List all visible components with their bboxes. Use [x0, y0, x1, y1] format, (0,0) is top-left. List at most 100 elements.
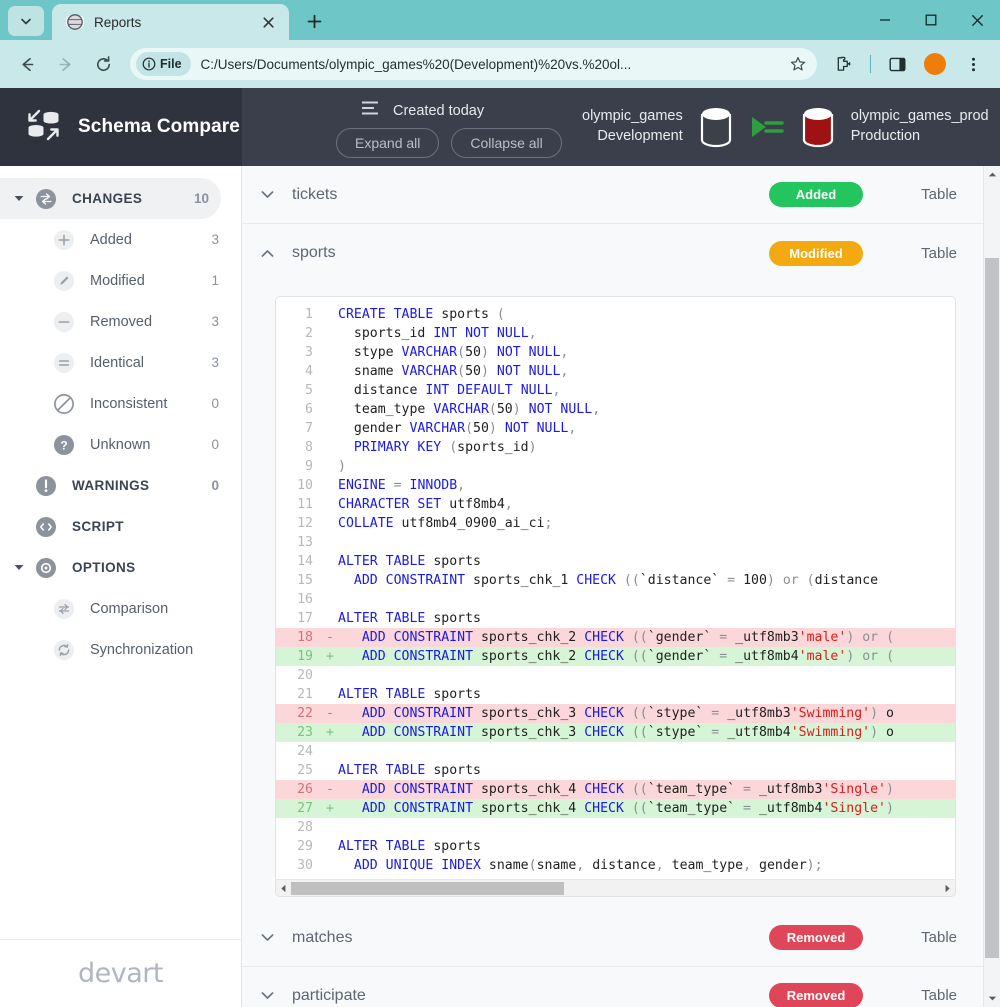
info-icon — [142, 57, 156, 71]
back-button[interactable] — [10, 47, 44, 81]
scroll-track[interactable] — [291, 880, 940, 897]
sidebar-count: 0 — [211, 478, 219, 493]
sidebar-item-options[interactable]: OPTIONS — [0, 547, 241, 588]
browser-window: Reports File C:/Users/Documents/olympic_… — [0, 0, 1000, 1007]
caret-down-icon[interactable] — [10, 195, 28, 202]
globe-icon — [64, 13, 86, 31]
file-chip-label: File — [160, 57, 182, 71]
sidebar-label: Identical — [90, 354, 145, 371]
object-row-matches[interactable]: matches Removed Table — [242, 909, 983, 967]
browser-tab[interactable]: Reports — [52, 4, 289, 40]
browser-toolbar: File C:/Users/Documents/olympic_games%20… — [0, 40, 1000, 88]
sidebar-item-script[interactable]: SCRIPT — [0, 506, 241, 547]
close-icon[interactable] — [257, 11, 279, 33]
sidebar-count: 10 — [193, 191, 209, 206]
sidebar-label: Added — [90, 231, 132, 248]
source-db-name: olympic_games — [582, 108, 683, 125]
header-right: Created today Expand all Collapse all ol… — [242, 88, 1000, 166]
bookmark-star-icon[interactable] — [785, 56, 811, 72]
new-tab-button[interactable] — [299, 6, 329, 36]
sidebar-item-changes[interactable]: CHANGES 10 — [0, 178, 221, 219]
tab-title: Reports — [94, 14, 142, 30]
sidebar: CHANGES 10 Added 3 Modified 1 Removed 3 … — [0, 166, 242, 1007]
status-badge: Added — [769, 182, 863, 207]
schema-compare-logo-icon — [24, 105, 64, 150]
sidebar-label: WARNINGS — [72, 478, 150, 493]
object-name: participate — [292, 986, 366, 1004]
chevron-up-icon[interactable] — [256, 249, 278, 258]
collapse-all-button[interactable]: Collapse all — [451, 128, 562, 158]
minimize-button[interactable] — [862, 0, 908, 40]
object-row-participate[interactable]: participate Removed Table — [242, 967, 983, 1007]
target-db-name: olympic_games_prod — [850, 108, 989, 125]
maximize-button[interactable] — [908, 0, 954, 40]
address-bar[interactable]: File C:/Users/Documents/olympic_games%20… — [130, 48, 817, 80]
sidebar-item-modified[interactable]: Modified 1 — [0, 260, 241, 301]
forbidden-icon — [52, 392, 76, 416]
url-text[interactable]: C:/Users/Documents/olympic_games%20(Deve… — [201, 57, 785, 72]
expand-all-button[interactable]: Expand all — [336, 128, 440, 158]
scroll-up-arrow-icon[interactable] — [984, 166, 1000, 183]
source-db-role: Development — [597, 128, 683, 144]
sidebar-item-identical[interactable]: Identical 3 — [0, 342, 241, 383]
reload-button[interactable] — [86, 47, 120, 81]
side-panel-icon[interactable] — [880, 47, 914, 81]
source-database: olympic_games Development — [582, 107, 683, 146]
plus-icon — [52, 228, 76, 252]
sidebar-item-unknown[interactable]: ? Unknown 0 — [0, 424, 241, 465]
sidebar-item-added[interactable]: Added 3 — [0, 219, 241, 260]
sidebar-item-inconsistent[interactable]: Inconsistent 0 — [0, 383, 241, 424]
minus-icon — [52, 310, 76, 334]
sidebar-label: OPTIONS — [72, 560, 136, 575]
object-row-tickets[interactable]: tickets Added Table — [242, 166, 983, 224]
forward-button[interactable] — [48, 47, 82, 81]
source-db-icon — [699, 106, 733, 148]
sql-code[interactable]: 1 CREATE TABLE sports (2 sports_id INT NO… — [276, 305, 955, 875]
app-header: Schema Compare Created today Expand all … — [0, 88, 1000, 166]
chevron-down-icon[interactable] — [256, 991, 278, 1000]
extensions-icon[interactable] — [827, 47, 861, 81]
sidebar-item-removed[interactable]: Removed 3 — [0, 301, 241, 342]
target-db-icon — [801, 106, 835, 148]
scroll-thumb[interactable] — [985, 258, 999, 958]
profile-avatar[interactable] — [924, 53, 946, 75]
sidebar-item-comparison[interactable]: Comparison — [0, 588, 241, 629]
scroll-left-arrow-icon[interactable] — [276, 884, 291, 893]
created-label: Created today — [393, 102, 485, 119]
sidebar-count: 0 — [211, 437, 219, 452]
sync-icon — [52, 638, 76, 662]
object-row-sports[interactable]: sports Modified Table — [242, 224, 983, 282]
kebab-menu-icon[interactable] — [956, 47, 990, 81]
sidebar-item-warnings[interactable]: WARNINGS 0 — [0, 465, 241, 506]
object-name: matches — [292, 928, 353, 946]
gear-icon — [34, 556, 58, 580]
object-type: Table — [921, 186, 957, 203]
plus-icon — [307, 14, 321, 28]
main-vertical-scrollbar[interactable] — [983, 166, 1000, 1007]
scroll-down-arrow-icon[interactable] — [984, 990, 1000, 1007]
scroll-right-arrow-icon[interactable] — [940, 884, 955, 893]
code-horizontal-scrollbar[interactable] — [276, 879, 955, 896]
sidebar-item-synchronization[interactable]: Synchronization — [0, 629, 241, 670]
equals-icon — [52, 351, 76, 375]
sidebar-count: 3 — [211, 232, 219, 247]
sidebar-label: Inconsistent — [90, 395, 168, 412]
status-badge: Removed — [769, 983, 863, 1007]
arrow-left-icon — [21, 57, 33, 71]
chevron-down-icon[interactable] — [256, 190, 278, 199]
comparison-icon — [52, 597, 76, 621]
target-database: olympic_games_prod Production — [851, 107, 989, 146]
sidebar-label: CHANGES — [72, 191, 143, 206]
tab-search-button[interactable] — [8, 6, 44, 36]
compare-icon — [34, 187, 58, 211]
scroll-thumb[interactable] — [291, 881, 564, 895]
sidebar-label: Synchronization — [90, 641, 194, 658]
created-block: Created today — [361, 100, 484, 121]
close-window-button[interactable] — [954, 0, 1000, 40]
chevron-down-icon[interactable] — [256, 933, 278, 942]
caret-down-icon[interactable] — [10, 564, 28, 571]
file-scheme-chip[interactable]: File — [136, 52, 191, 76]
tab-strip: Reports — [0, 0, 1000, 40]
sql-code-area[interactable]: 1 CREATE TABLE sports (2 sports_id INT NO… — [276, 297, 955, 879]
list-icon[interactable] — [361, 100, 381, 121]
